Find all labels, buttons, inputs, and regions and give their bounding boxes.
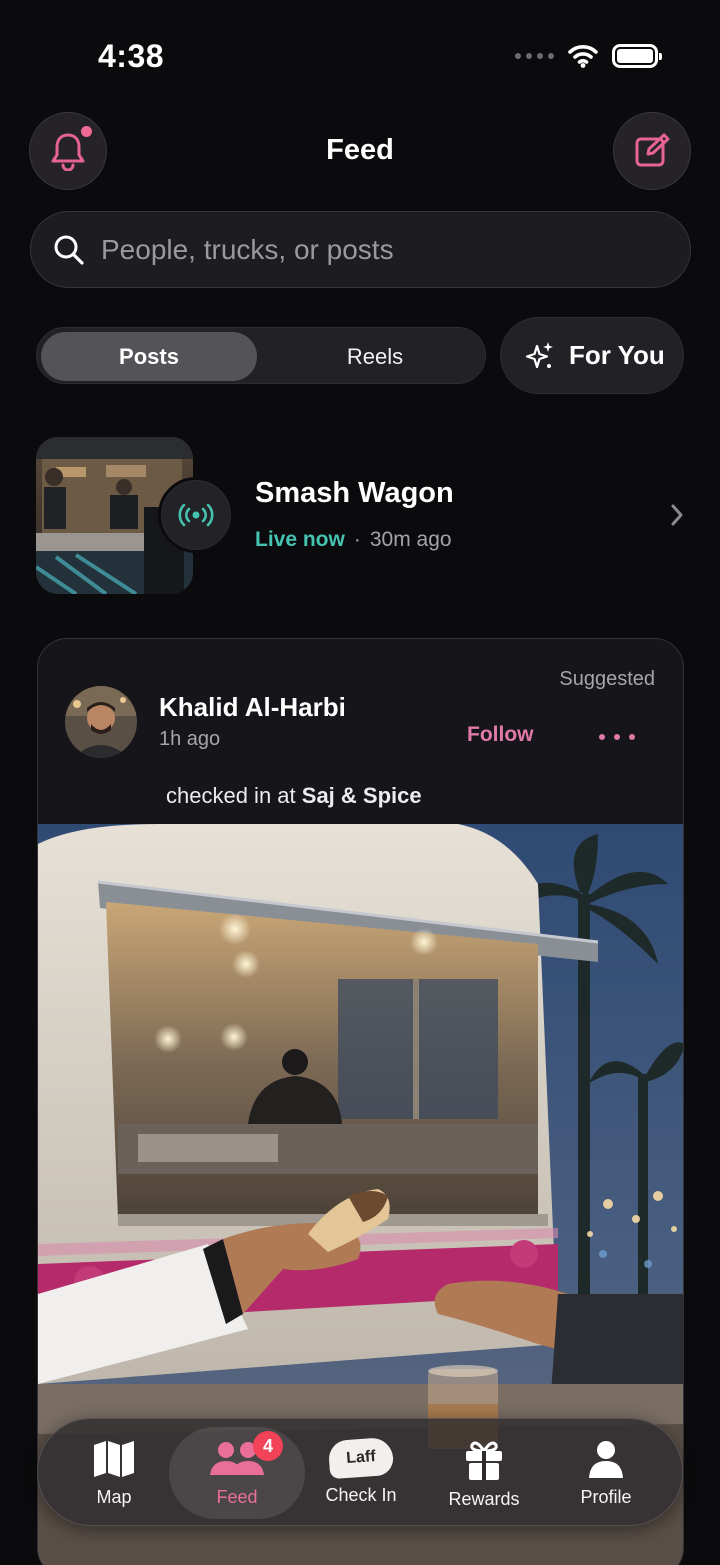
follow-button[interactable]: Follow — [467, 723, 534, 747]
post-time: 1h ago — [159, 728, 221, 750]
live-now-label: Live now — [255, 528, 345, 551]
status-time: 4:38 — [98, 38, 165, 74]
tab-feed-label: Feed — [216, 1487, 258, 1507]
laff-logo-icon: Laff — [327, 1436, 395, 1480]
avatar[interactable] — [65, 686, 137, 758]
search-bar[interactable] — [30, 211, 691, 288]
more-options-icon[interactable] — [599, 722, 635, 752]
status-bar: 4:38 — [0, 0, 720, 110]
for-you-label: For You — [569, 340, 665, 370]
tab-feed[interactable]: Feed 4 — [169, 1427, 305, 1519]
live-broadcast-badge — [158, 477, 234, 553]
tab-check-in-label: Check In — [325, 1485, 397, 1505]
feed-badge: 4 — [253, 1431, 283, 1461]
page-title: Feed — [326, 134, 394, 166]
story-time: 30m ago — [369, 528, 452, 551]
search-icon — [54, 235, 84, 265]
chevron-right-icon — [671, 504, 683, 526]
broadcast-icon — [178, 503, 214, 527]
tab-reels[interactable]: Reels — [267, 332, 483, 381]
gift-icon — [466, 1441, 502, 1480]
map-icon — [94, 1441, 134, 1477]
search-input[interactable] — [101, 233, 641, 266]
tab-rewards-label: Rewards — [448, 1489, 520, 1509]
checkin-prefix: checked in at — [166, 783, 296, 808]
person-icon — [589, 1441, 623, 1478]
checkin-place[interactable]: Saj & Spice — [302, 783, 422, 808]
tab-map[interactable]: Map — [52, 1427, 176, 1519]
story-truck-name: Smash Wagon — [255, 477, 454, 509]
tab-posts[interactable]: Posts — [41, 332, 257, 381]
tab-rewards[interactable]: Rewards — [422, 1427, 546, 1519]
post-user-name[interactable]: Khalid Al-Harbi — [159, 692, 346, 723]
tab-map-label: Map — [96, 1487, 132, 1507]
bottom-tab-bar: Map Feed 4 Laff Check In Rewards Profile — [37, 1418, 683, 1526]
compose-button[interactable] — [613, 112, 691, 190]
tab-profile[interactable]: Profile — [544, 1427, 668, 1519]
feed-type-segmented-control: Posts Reels — [36, 327, 486, 384]
battery-icon — [612, 44, 662, 68]
for-you-button[interactable]: For You — [500, 317, 684, 394]
status-icons — [515, 44, 662, 68]
sparkles-icon — [525, 341, 553, 368]
header: Feed — [0, 112, 720, 190]
story-meta: Live now · 30m ago — [255, 528, 452, 552]
checkin-line: checked in at Saj & Spice — [166, 783, 422, 809]
tab-profile-label: Profile — [580, 1487, 632, 1507]
suggested-label: Suggested — [559, 668, 655, 690]
wifi-icon — [568, 45, 598, 68]
compose-icon — [635, 133, 670, 167]
cellular-signal-icon — [515, 53, 554, 59]
live-story-row[interactable]: Smash Wagon Live now · 30m ago — [36, 437, 684, 595]
meta-separator: · — [353, 528, 361, 551]
tab-check-in[interactable]: Laff Check In — [299, 1427, 423, 1519]
